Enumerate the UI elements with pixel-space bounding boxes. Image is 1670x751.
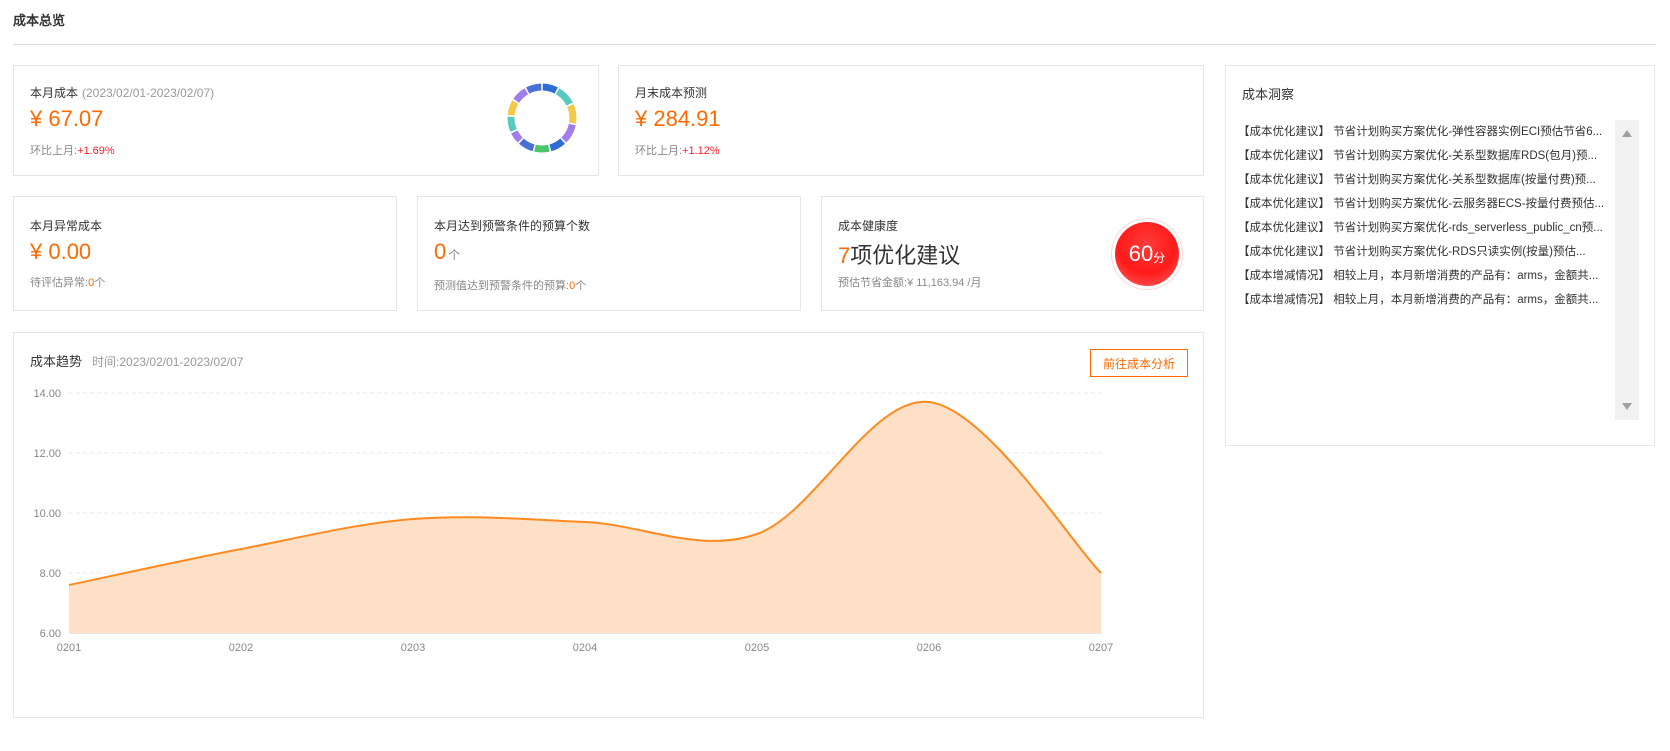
monthly-cost-compare-value: +1.69% — [77, 145, 115, 157]
donut-segment[interactable] — [567, 104, 577, 124]
x-tick-label: 0202 — [229, 642, 253, 654]
monthly-cost-value: ¥ 67.07 — [30, 106, 104, 131]
y-tick-label: 10.00 — [33, 508, 61, 520]
scroll-up-arrow-icon[interactable] — [1622, 130, 1632, 137]
x-tick-label: 0206 — [917, 642, 941, 654]
health-suggestion-count: 7 — [838, 243, 851, 268]
monthly-cost-label: 本月成本 (2023/02/01-2023/02/07) — [30, 84, 214, 101]
insight-item[interactable]: 【成本优化建议】 节省计划购买方案优化-rds_serverless_publi… — [1238, 216, 1608, 240]
health-label: 成本健康度 — [838, 219, 899, 233]
trend-header: 成本趋势 时间:2023/02/01-2023/02/07 — [30, 351, 243, 370]
health-savings-value: ¥ 11,163.94 /月 — [907, 277, 982, 289]
abnormal-cost-label: 本月异常成本 — [30, 219, 103, 233]
insights-title: 成本洞察 — [1242, 87, 1295, 102]
forecast-card: 月末成本预测 ¥ 284.91 环比上月:+1.12% — [618, 65, 1204, 176]
cost-donut-chart[interactable] — [504, 80, 580, 156]
donut-segment[interactable] — [507, 100, 519, 116]
budget-note-label: 预测值达到预警条件的预算: — [434, 280, 570, 292]
donut-segment[interactable] — [555, 88, 573, 106]
trend-area — [69, 401, 1101, 633]
title-divider — [13, 44, 1656, 45]
insight-item[interactable]: 【成本优化建议】 节省计划购买方案优化-云服务器ECS-按量付费预估... — [1238, 192, 1608, 216]
trend-card: 成本趋势 时间:2023/02/01-2023/02/07 前往成本分析 6.00… — [13, 332, 1204, 718]
donut-segment[interactable] — [561, 123, 576, 143]
budget-note-unit: 个 — [575, 280, 587, 292]
abnormal-cost-value: ¥ 0.00 — [30, 239, 92, 264]
insight-item[interactable]: 【成本优化建议】 节省计划购买方案优化-RDS只读实例(按量)预估... — [1238, 240, 1608, 264]
donut-segment[interactable] — [526, 83, 542, 94]
x-tick-label: 0205 — [745, 642, 769, 654]
budget-card: 本月达到预警条件的预算个数 0个 预测值达到预警条件的预算:0个 — [417, 196, 801, 311]
x-tick-label: 0203 — [401, 642, 425, 654]
y-tick-label: 12.00 — [33, 448, 61, 460]
donut-segment[interactable] — [513, 88, 529, 103]
health-card: 成本健康度 7项优化建议 预估节省金额:¥ 11,163.94 /月 60 分 — [821, 196, 1204, 311]
budget-unit: 个 — [448, 248, 461, 262]
insight-item[interactable]: 【成本增减情况】 相较上月，本月新增消费的产品有：arms，金额共... — [1238, 288, 1608, 312]
insights-scrollbar[interactable] — [1615, 120, 1639, 420]
health-savings-label: 预估节省金额: — [838, 277, 908, 289]
trend-time-label: 时间: — [92, 355, 120, 369]
trend-title: 成本趋势 — [30, 354, 83, 369]
page-title: 成本总览 — [13, 13, 66, 28]
donut-segment[interactable] — [549, 138, 565, 152]
monthly-cost-compare: 环比上月:+1.69% — [30, 142, 115, 158]
x-tick-label: 0204 — [573, 642, 597, 654]
monthly-cost-title: 本月成本 — [30, 86, 79, 100]
health-score-unit: 分 — [1153, 250, 1166, 265]
donut-segment[interactable] — [511, 130, 523, 143]
budget-label: 本月达到预警条件的预算个数 — [434, 219, 591, 233]
y-tick-label: 14.00 — [33, 388, 61, 400]
budget-value: 0 — [434, 239, 447, 264]
health-suggestion-text: 项优化建议 — [850, 243, 961, 268]
forecast-compare-label: 环比上月: — [635, 145, 683, 157]
monthly-cost-period: (2023/02/01-2023/02/07) — [82, 86, 215, 100]
x-tick-label: 0201 — [57, 642, 81, 654]
x-tick-label: 0207 — [1089, 642, 1113, 654]
budget-note: 预测值达到预警条件的预算:0个 — [434, 277, 586, 293]
insight-item[interactable]: 【成本增减情况】 相较上月，本月新增消费的产品有：arms，金额共... — [1238, 264, 1608, 288]
scroll-down-arrow-icon[interactable] — [1622, 403, 1632, 410]
health-suggestions[interactable]: 7项优化建议 — [838, 238, 960, 270]
health-score-badge: 60 分 — [1115, 222, 1179, 286]
donut-segment[interactable] — [507, 116, 517, 132]
monthly-cost-card: 本月成本 (2023/02/01-2023/02/07) ¥ 67.07 环比上月… — [13, 65, 599, 176]
monthly-cost-compare-label: 环比上月: — [30, 145, 78, 157]
insight-item[interactable]: 【成本优化建议】 节省计划购买方案优化-关系型数据库RDS(包月)预... — [1238, 144, 1608, 168]
donut-segment[interactable] — [519, 138, 535, 152]
budget-value-wrap: 0个 — [434, 239, 460, 265]
cost-trend-chart: 6.00 8.00 10.00 12.00 14.00 0201 0202 0203 0204 0… — [33, 388, 1113, 654]
donut-segment[interactable] — [534, 144, 550, 153]
insights-card: 成本洞察 【成本优化建议】 节省计划购买方案优化-弹性容器实例ECI预估节省6.… — [1225, 65, 1655, 446]
go-cost-analysis-button[interactable]: 前往成本分析 — [1090, 349, 1189, 377]
forecast-compare-value: +1.12% — [682, 145, 720, 157]
y-tick-label: 6.00 — [40, 628, 61, 640]
insights-list: 【成本优化建议】 节省计划购买方案优化-弹性容器实例ECI预估节省6... 【成本… — [1238, 120, 1608, 312]
y-tick-label: 8.00 — [40, 568, 61, 580]
insight-item[interactable]: 【成本优化建议】 节省计划购买方案优化-弹性容器实例ECI预估节省6... — [1238, 120, 1608, 144]
abnormal-cost-note: 待评估异常:0个 — [30, 274, 105, 290]
abnormal-note-unit: 个 — [94, 277, 106, 289]
forecast-value: ¥ 284.91 — [635, 106, 721, 131]
forecast-label: 月末成本预测 — [635, 86, 708, 100]
forecast-compare: 环比上月:+1.12% — [635, 142, 720, 158]
health-score: 60 — [1128, 241, 1154, 266]
donut-segment[interactable] — [542, 83, 558, 94]
insight-item[interactable]: 【成本优化建议】 节省计划购买方案优化-关系型数据库(按量付费)预... — [1238, 168, 1608, 192]
abnormal-note-label: 待评估异常: — [30, 277, 89, 289]
abnormal-cost-card: 本月异常成本 ¥ 0.00 待评估异常:0个 — [13, 196, 397, 311]
health-savings: 预估节省金额:¥ 11,163.94 /月 — [838, 274, 981, 290]
trend-time-value: 2023/02/01-2023/02/07 — [119, 355, 244, 369]
